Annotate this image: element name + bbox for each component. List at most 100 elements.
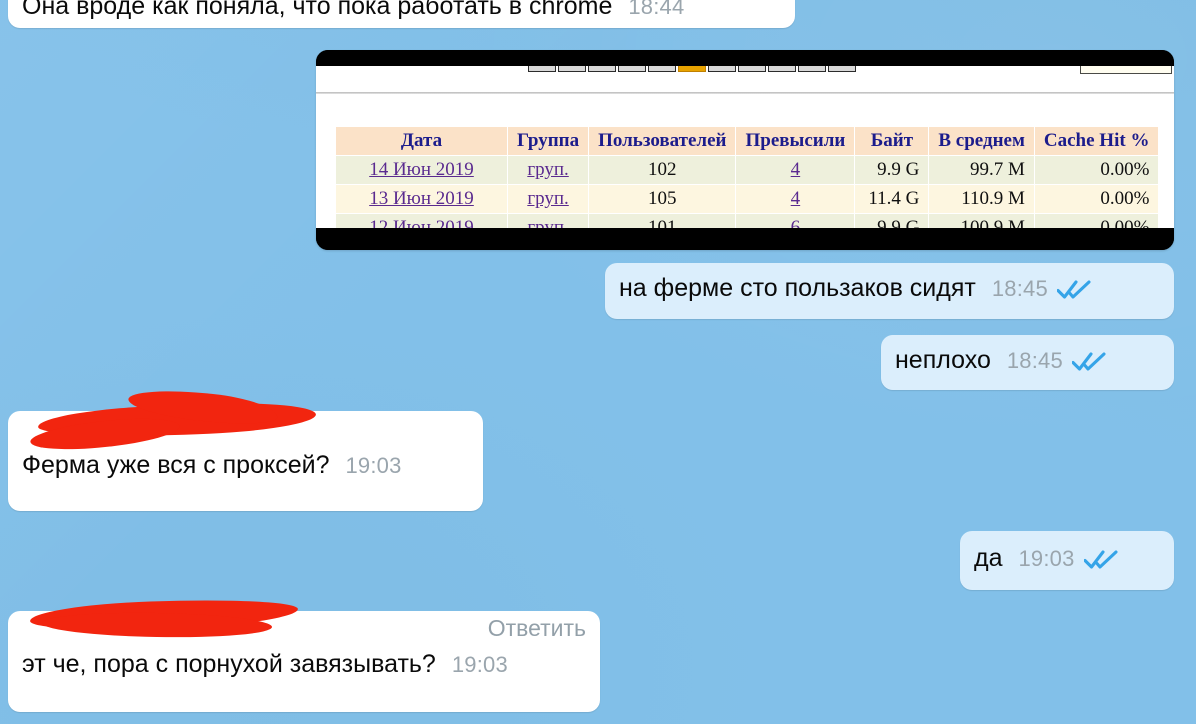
cell-users: 105: [588, 184, 737, 214]
cell-exceeded: 4: [735, 184, 856, 214]
page-input-field[interactable]: [1080, 66, 1172, 74]
cell-cache-hit: 0.00%: [1033, 213, 1160, 228]
message-row: Она вроде как поняла, что пока работать …: [8, 0, 795, 31]
cell-users: 101: [588, 213, 737, 228]
cell-users: 102: [588, 155, 737, 185]
message-bubble-incoming-proxy[interactable]: Ферма уже вся с проксей? 19:03: [8, 385, 483, 511]
message-bubble-outgoing-neploho[interactable]: неплохо 18:45: [881, 335, 1174, 390]
message-row: эт че, пора с порнухой завязывать? 19:03: [8, 642, 600, 689]
table-header-row: Дата Группа Пользователей Превысили Байт…: [335, 126, 1160, 156]
cell-bytes: 9.9 G: [854, 155, 930, 185]
message-meta: 18:45: [992, 276, 1091, 302]
browser-tab[interactable]: [528, 66, 556, 72]
cell-exceeded: 6: [735, 213, 856, 228]
date-link[interactable]: 13 Июн 2019: [369, 188, 474, 209]
browser-tab[interactable]: [558, 66, 586, 72]
column-header-cache-hit[interactable]: Cache Hit %: [1033, 126, 1160, 156]
message-text: на ферме сто пользаков сидят: [619, 274, 976, 302]
exceeded-link[interactable]: 4: [791, 159, 801, 180]
telegram-chat-screen: Она вроде как поняла, что пока работать …: [0, 0, 1196, 724]
browser-tab[interactable]: [648, 66, 676, 72]
message-meta: 19:03: [1019, 546, 1118, 572]
browser-tab[interactable]: [708, 66, 736, 72]
cell-date: 12 Июн 2019: [335, 213, 508, 228]
message-text: Она вроде как поняла, что пока работать …: [22, 0, 613, 20]
message-text: Ферма уже вся с проксей?: [22, 451, 330, 479]
browser-tab[interactable]: [588, 66, 616, 72]
reply-button[interactable]: Ответить: [488, 615, 586, 642]
message-bubble-outgoing-da[interactable]: да 19:03: [960, 531, 1174, 590]
browser-tab[interactable]: [738, 66, 766, 72]
message-row: Ферма уже вся с проксей? 19:03: [8, 441, 483, 490]
column-header-bytes[interactable]: Байт: [854, 126, 930, 156]
date-link[interactable]: 12 Июн 2019: [369, 217, 474, 228]
table-row: 13 Июн 2019 груп. 105 4 11.4 G 110.9 M 0…: [335, 184, 1160, 214]
message-meta: 19:03: [452, 652, 508, 678]
column-header-exceeded[interactable]: Превысили: [735, 126, 856, 156]
redaction-mark: [41, 610, 273, 640]
message-timestamp: 18:44: [628, 0, 685, 19]
browser-tab-strip[interactable]: [528, 66, 856, 72]
cell-group: груп.: [506, 213, 590, 228]
message-timestamp: 18:45: [991, 276, 1048, 301]
message-timestamp: 19:03: [345, 453, 402, 478]
redaction-mark: [29, 596, 299, 634]
cell-group: груп.: [506, 184, 590, 214]
cell-cache-hit: 0.00%: [1033, 184, 1160, 214]
double-check-icon: [1083, 549, 1118, 569]
usage-stats-table: Дата Группа Пользователей Превысили Байт…: [335, 126, 1160, 228]
message-bubble-outgoing-farm[interactable]: на ферме сто пользаков сидят 18:45: [605, 263, 1174, 319]
message-meta: 18:45: [1007, 348, 1106, 374]
message-bubble-incoming-chrome[interactable]: Она вроде как поняла, что пока работать …: [8, 0, 795, 28]
column-header-users[interactable]: Пользователей: [588, 126, 737, 156]
column-header-date[interactable]: Дата: [335, 126, 508, 156]
message-timestamp: 19:03: [451, 652, 508, 677]
message-timestamp: 19:03: [1018, 546, 1075, 571]
table-row: 12 Июн 2019 груп. 101 6 9.9 G 100.9 M 0.…: [335, 213, 1160, 228]
message-meta: 19:03: [345, 453, 401, 479]
cell-date: 14 Июн 2019: [335, 155, 508, 185]
table-row: 14 Июн 2019 груп. 102 4 9.9 G 99.7 M 0.0…: [335, 155, 1160, 185]
sender-line: [8, 385, 483, 455]
browser-tab[interactable]: [768, 66, 796, 72]
column-header-average[interactable]: В среднем: [928, 126, 1035, 156]
embedded-webpage: Дата Группа Пользователей Превысили Байт…: [316, 66, 1174, 228]
redaction-mark: [37, 400, 317, 440]
cell-cache-hit: 0.00%: [1033, 155, 1160, 185]
message-text: эт че, пора с порнухой завязывать?: [22, 650, 436, 678]
column-header-group[interactable]: Группа: [506, 126, 590, 156]
cell-average: 110.9 M: [928, 184, 1035, 214]
double-check-icon: [1056, 279, 1091, 299]
sender-name[interactable]: [22, 616, 28, 642]
date-link[interactable]: 14 Июн 2019: [369, 159, 474, 180]
message-timestamp: 18:45: [1006, 348, 1063, 373]
cell-average: 100.9 M: [928, 213, 1035, 228]
cell-date: 13 Июн 2019: [335, 184, 508, 214]
browser-tab[interactable]: [618, 66, 646, 72]
group-link[interactable]: груп.: [527, 217, 568, 228]
group-link[interactable]: груп.: [527, 159, 568, 180]
group-link[interactable]: груп.: [527, 188, 568, 209]
message-bubble-incoming-porn[interactable]: Ответить эт че, пора с порнухой завязыва…: [8, 596, 600, 712]
message-row: неплохо 18:45: [881, 335, 1174, 385]
cell-bytes: 11.4 G: [854, 184, 930, 214]
browser-tab-active[interactable]: [678, 66, 706, 72]
redaction-mark: [126, 385, 280, 429]
sender-line: Ответить: [8, 596, 600, 642]
message-meta: 18:44: [628, 0, 684, 20]
browser-tab[interactable]: [798, 66, 826, 72]
cell-average: 99.7 M: [928, 155, 1035, 185]
browser-tab[interactable]: [828, 66, 856, 72]
photo-letterbox-top: [316, 50, 1174, 66]
sender-name[interactable]: [22, 415, 28, 441]
message-text: да: [974, 544, 1003, 572]
page-divider: [316, 92, 1174, 94]
cell-group: груп.: [506, 155, 590, 185]
exceeded-link[interactable]: 6: [791, 217, 801, 228]
cell-exceeded: 4: [735, 155, 856, 185]
message-row: да 19:03: [960, 531, 1174, 583]
message-bubble-photo[interactable]: Дата Группа Пользователей Превысили Байт…: [316, 50, 1174, 250]
message-text: неплохо: [895, 346, 991, 374]
photo-letterbox-bottom: [316, 228, 1174, 250]
exceeded-link[interactable]: 4: [791, 188, 801, 209]
